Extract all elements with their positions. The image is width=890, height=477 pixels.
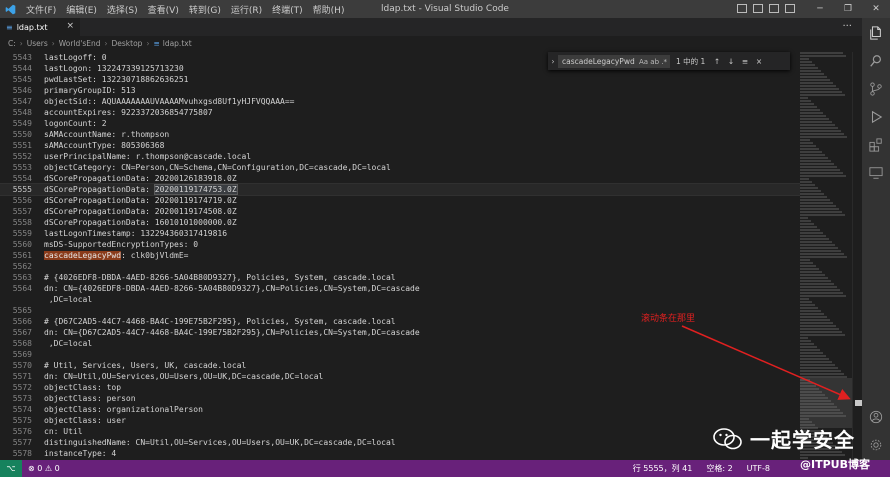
watermark: 一起学安全 bbox=[712, 424, 855, 453]
annotation-arrow bbox=[681, 325, 851, 400]
watermark-subtext: @ITPUB博客 bbox=[800, 458, 870, 471]
wechat-logo-icon bbox=[713, 427, 742, 449]
watermark-text: 一起学安全 bbox=[750, 428, 855, 452]
